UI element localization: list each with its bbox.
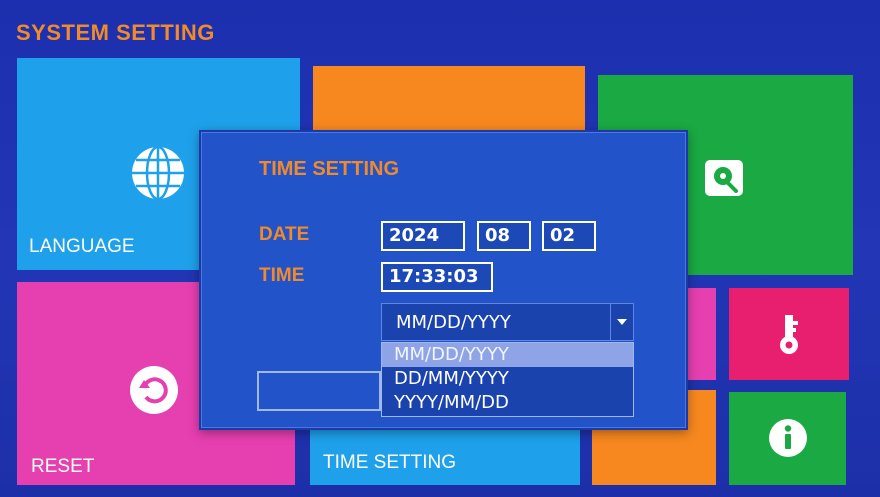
reset-icon (128, 364, 180, 421)
hard-disk-icon (704, 159, 744, 202)
confirm-button[interactable] (257, 371, 381, 411)
date-format-value: MM/DD/YYYY (396, 312, 511, 333)
dialog-title: TIME SETTING (259, 158, 399, 180)
date-day-field[interactable]: 02 (542, 221, 596, 251)
date-format-select[interactable]: MM/DD/YYYY (381, 303, 634, 341)
language-label: LANGUAGE (29, 236, 135, 257)
globe-icon (129, 144, 187, 207)
key-icon (777, 313, 801, 360)
chevron-down-icon[interactable] (610, 304, 633, 340)
screen-title: SYSTEM SETTING (16, 20, 215, 45)
reset-label: RESET (31, 456, 95, 477)
date-format-option-mdy[interactable]: MM/DD/YYYY (382, 343, 633, 367)
info-tile[interactable] (729, 392, 846, 485)
time-setting-label: TIME SETTING (323, 452, 456, 473)
pink-tile-mid[interactable] (688, 288, 716, 380)
time-field[interactable]: 17:33:03 (381, 262, 493, 292)
date-label: DATE (259, 224, 310, 245)
time-setting-tile[interactable]: TIME SETTING (310, 430, 580, 485)
date-year-field[interactable]: 2024 (381, 221, 465, 251)
time-setting-dialog: TIME SETTING DATE 2024 08 02 TIME 17:33:… (199, 130, 688, 430)
date-month-field[interactable]: 08 (477, 221, 531, 251)
time-label: TIME (259, 265, 305, 286)
info-icon (768, 418, 808, 463)
date-format-option-ymd[interactable]: YYYY/MM/DD (382, 391, 633, 415)
date-format-option-dmy[interactable]: DD/MM/YYYY (382, 367, 633, 391)
date-format-dropdown-list: MM/DD/YYYY DD/MM/YYYY YYYY/MM/DD (381, 342, 634, 417)
password-tile[interactable] (729, 288, 849, 380)
